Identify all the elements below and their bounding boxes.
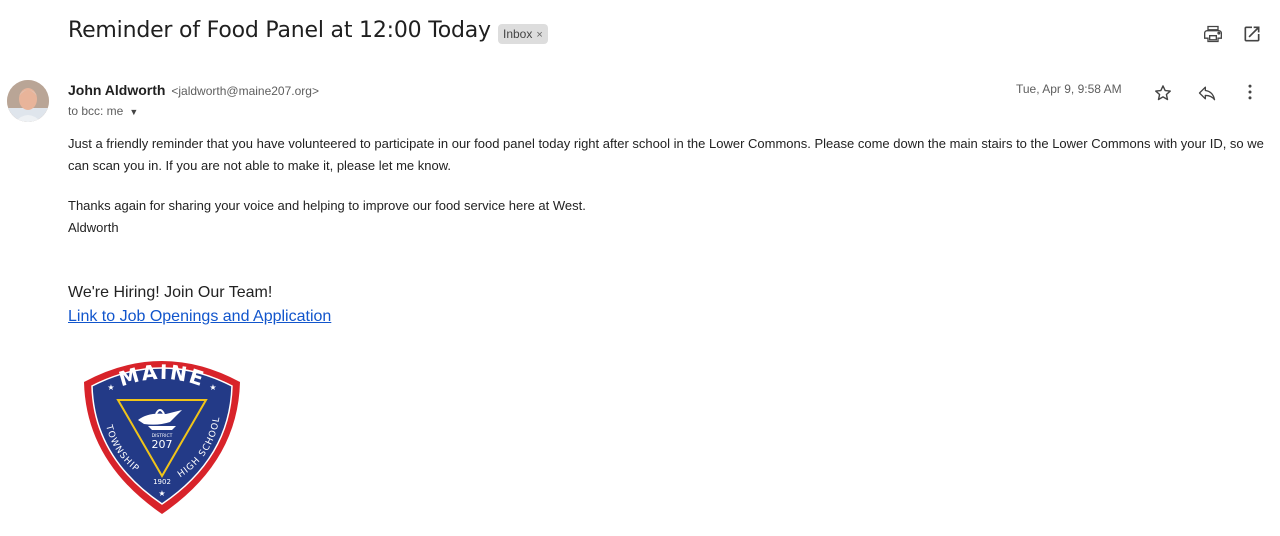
- avatar-photo: [7, 80, 49, 122]
- more-vert-icon[interactable]: [1240, 82, 1260, 102]
- sender-name[interactable]: John Aldworth: [68, 82, 165, 98]
- body-paragraph-2: Thanks again for sharing your voice and …: [68, 198, 586, 213]
- email-body: Just a friendly reminder that you have v…: [68, 133, 1268, 239]
- print-icon[interactable]: [1203, 24, 1223, 44]
- svg-text:★: ★: [158, 489, 165, 498]
- label-text: Inbox: [503, 27, 533, 41]
- hiring-text: We're Hiring! Join Our Team!: [68, 284, 273, 301]
- body-paragraph-1: Just a friendly reminder that you have v…: [68, 136, 1264, 173]
- signature: Aldworth: [68, 220, 119, 235]
- svg-text:1902: 1902: [153, 478, 171, 486]
- job-openings-link[interactable]: Link to Job Openings and Application: [68, 308, 331, 326]
- sender-avatar[interactable]: [7, 80, 49, 122]
- svg-text:★: ★: [209, 383, 216, 392]
- recipient-text: to bcc: me: [68, 104, 124, 118]
- svg-text:★: ★: [107, 383, 114, 392]
- open-in-new-window-icon[interactable]: [1242, 24, 1262, 44]
- star-icon[interactable]: [1153, 83, 1173, 103]
- email-date: Tue, Apr 9, 9:58 AM: [1016, 82, 1122, 96]
- remove-label-button[interactable]: ×: [536, 29, 542, 41]
- email-subject: Reminder of Food Panel at 12:00 Today: [68, 18, 491, 43]
- inbox-label-chip[interactable]: Inbox ×: [498, 24, 548, 44]
- sender-email: <jaldworth@maine207.org>: [171, 84, 319, 98]
- recipient-line: to bcc: me ▼: [68, 104, 138, 118]
- reply-icon[interactable]: [1197, 83, 1217, 103]
- school-logo: MAINE TOWNSHIP HIGH SCHOOL ★ ★ DISTRICT …: [84, 360, 240, 514]
- svg-text:207: 207: [152, 438, 173, 451]
- sender-line: John Aldworth <jaldworth@maine207.org>: [68, 82, 319, 98]
- show-details-caret-icon[interactable]: ▼: [129, 107, 138, 117]
